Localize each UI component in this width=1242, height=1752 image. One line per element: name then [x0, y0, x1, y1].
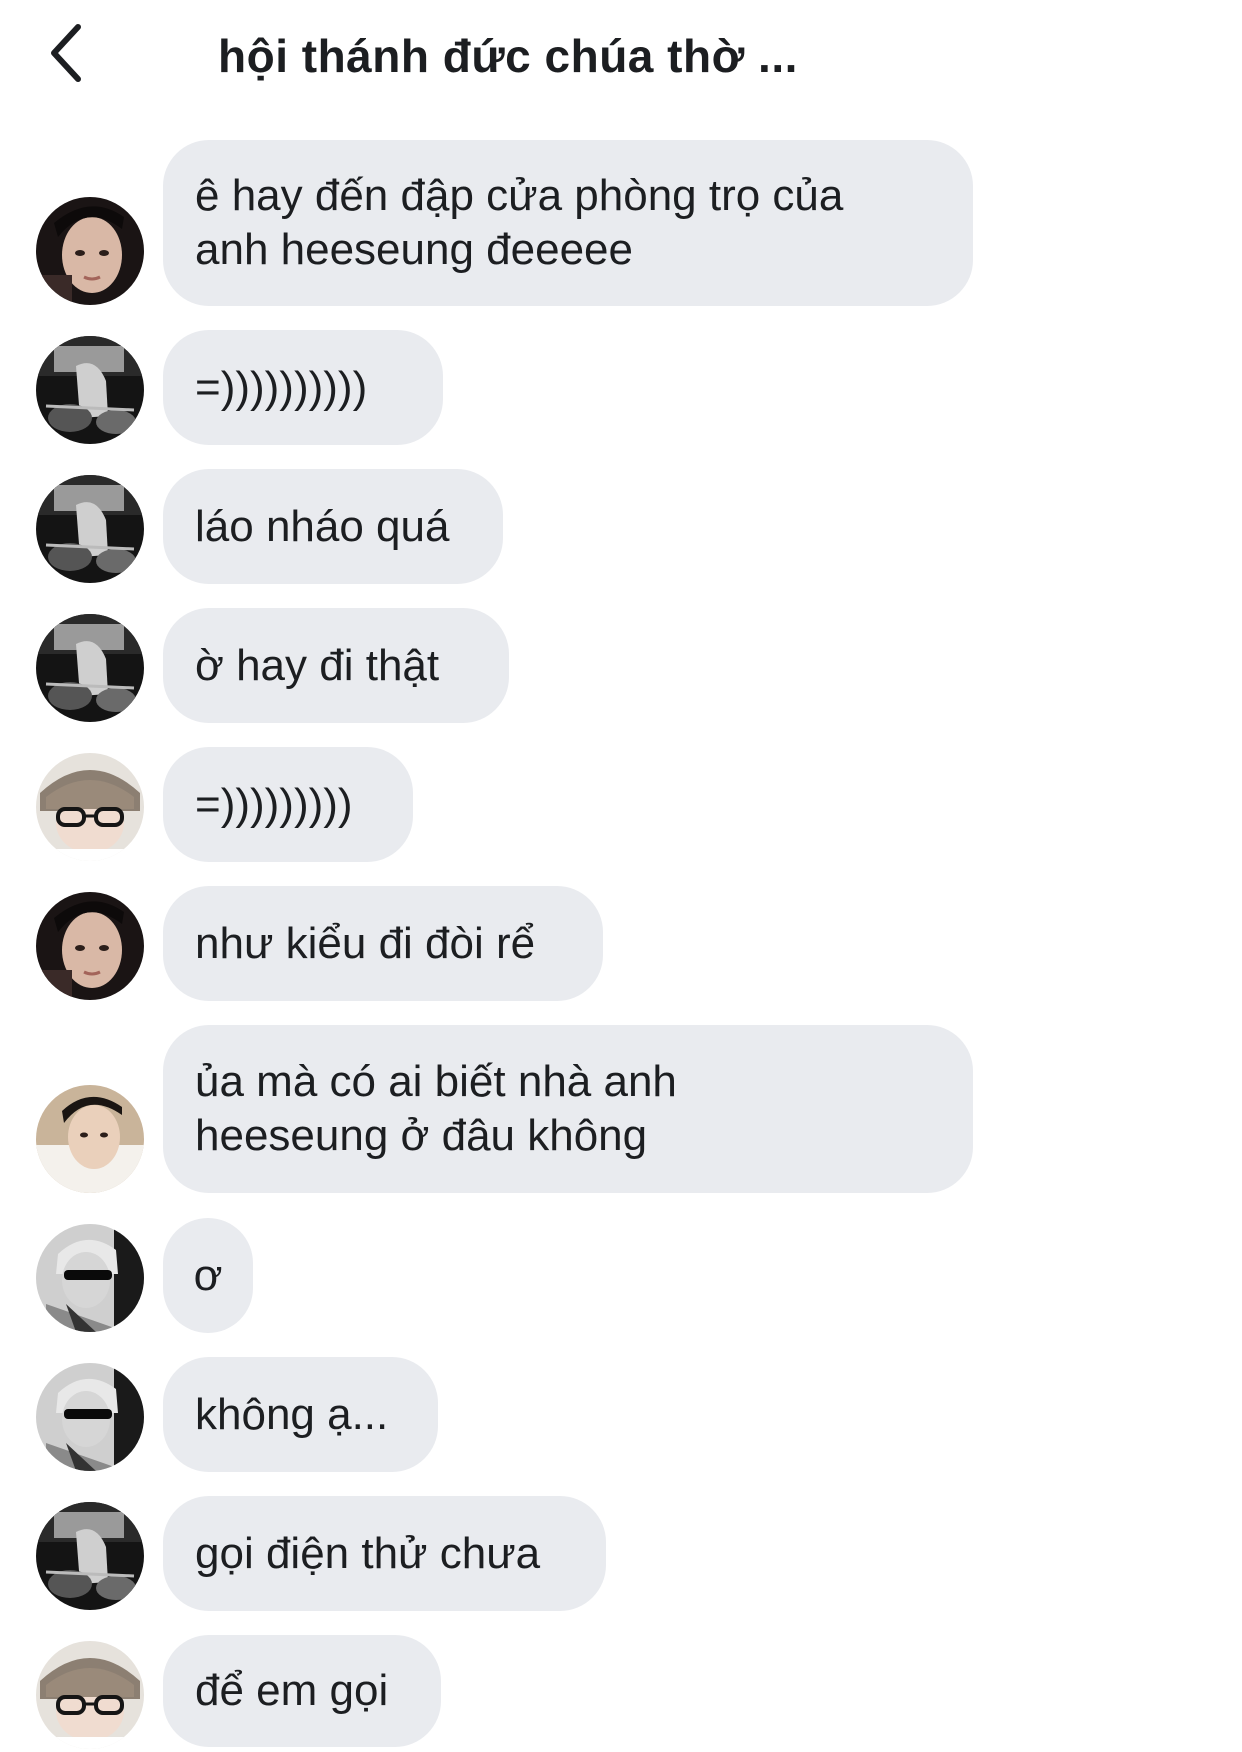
message-bubble[interactable]: gọi điện thử chưa: [163, 1496, 606, 1611]
message-bubble[interactable]: ờ hay đi thật: [163, 608, 509, 723]
message-bubble[interactable]: như kiểu đi đòi rể: [163, 886, 603, 1001]
message-bubble[interactable]: =)))))))))): [163, 330, 443, 445]
avatar-light-portrait[interactable]: [36, 1085, 144, 1193]
message-bubble[interactable]: ủa mà có ai biết nhà anh heeseung ở đâu …: [163, 1025, 973, 1193]
message-bubble[interactable]: ơ: [163, 1218, 253, 1333]
message-bubble[interactable]: để em gọi: [163, 1635, 441, 1747]
avatar-bw-motorcycle[interactable]: [36, 1502, 144, 1610]
message-bubble[interactable]: láo nháo quá: [163, 469, 503, 584]
message-bubble[interactable]: ê hay đến đập cửa phòng trọ của anh hees…: [163, 140, 973, 306]
avatar-bw-motorcycle[interactable]: [36, 336, 144, 444]
avatar-sunglasses[interactable]: [36, 1363, 144, 1471]
avatar-glasses[interactable]: [36, 1641, 144, 1749]
message-bubble[interactable]: không ạ...: [163, 1357, 438, 1472]
message-list: ê hay đến đập cửa phòng trọ của anh hees…: [0, 0, 1242, 1752]
message-bubble[interactable]: =))))))))): [163, 747, 413, 862]
avatar-bw-motorcycle[interactable]: [36, 475, 144, 583]
avatar-dark-portrait[interactable]: [36, 892, 144, 1000]
avatar-bw-motorcycle[interactable]: [36, 614, 144, 722]
avatar-dark-portrait[interactable]: [36, 197, 144, 305]
avatar-glasses[interactable]: [36, 753, 144, 861]
avatar-sunglasses[interactable]: [36, 1224, 144, 1332]
